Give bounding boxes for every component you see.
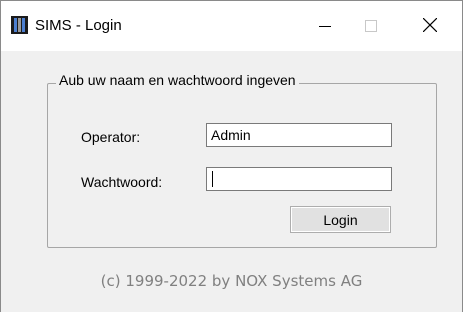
maximize-icon: [365, 17, 377, 36]
operator-label: Operator:: [81, 129, 141, 145]
close-icon: [422, 17, 438, 36]
login-button[interactable]: Login: [290, 206, 391, 233]
minimize-button[interactable]: [302, 1, 348, 51]
minimize-icon: [319, 17, 331, 36]
close-button[interactable]: [407, 1, 453, 51]
operator-field[interactable]: [206, 123, 392, 147]
title-bar[interactable]: SIMS - Login: [1, 1, 462, 51]
copyright-text: (c) 1999-2022 by NOX Systems AG: [100, 272, 363, 290]
password-field[interactable]: [206, 167, 392, 191]
app-icon: [11, 16, 28, 34]
login-window: SIMS - Login Aub uw naam en wachtwoord i…: [0, 0, 463, 312]
text-caret: [212, 171, 213, 187]
password-label: Wachtwoord:: [81, 174, 163, 190]
window-title: SIMS - Login: [35, 17, 122, 34]
maximize-button[interactable]: [348, 1, 394, 51]
groupbox-caption: Aub uw naam en wachtwoord ingeven: [56, 72, 299, 88]
